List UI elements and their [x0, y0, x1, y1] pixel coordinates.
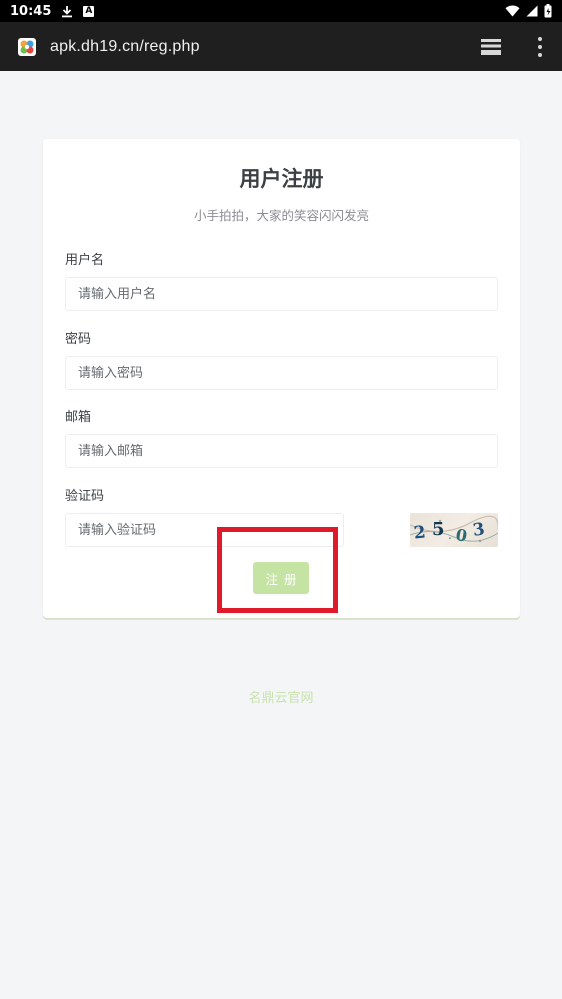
page-subtitle: 小手拍拍，大家的笑容闪闪发亮 — [193, 208, 369, 223]
email-input[interactable] — [65, 434, 498, 468]
notification-icon: A — [83, 5, 95, 17]
svg-text:3: 3 — [472, 519, 487, 540]
captcha-image[interactable]: 2 5 . 0 3 — [410, 513, 498, 547]
more-vert-icon[interactable] — [530, 36, 550, 57]
address-bar-url[interactable]: apk.dh19.cn/reg.php — [50, 38, 200, 56]
status-bar: 10:45 A — [0, 0, 562, 22]
username-input[interactable] — [65, 277, 498, 311]
signal-icon — [526, 5, 538, 17]
svg-text:.: . — [448, 528, 452, 542]
highlight-annotation-box — [217, 527, 338, 613]
site-favicon-icon — [18, 37, 36, 56]
browser-toolbar: apk.dh19.cn/reg.php — [0, 22, 562, 71]
email-label: 邮箱 — [65, 410, 92, 425]
wifi-icon — [505, 5, 520, 17]
password-label: 密码 — [65, 332, 92, 347]
username-label: 用户名 — [65, 253, 105, 268]
svg-text:2: 2 — [413, 522, 427, 543]
page-title: 用户注册 — [239, 167, 324, 191]
captcha-label: 验证码 — [65, 489, 105, 504]
download-icon — [61, 5, 73, 18]
password-input[interactable] — [65, 356, 498, 390]
footer-link[interactable]: 名鼎云官网 — [0, 687, 562, 706]
svg-text:0: 0 — [454, 525, 468, 546]
battery-icon — [544, 4, 552, 18]
status-time: 10:45 — [10, 3, 52, 19]
svg-text:5: 5 — [432, 519, 445, 540]
tabs-stack-icon[interactable] — [480, 38, 502, 56]
